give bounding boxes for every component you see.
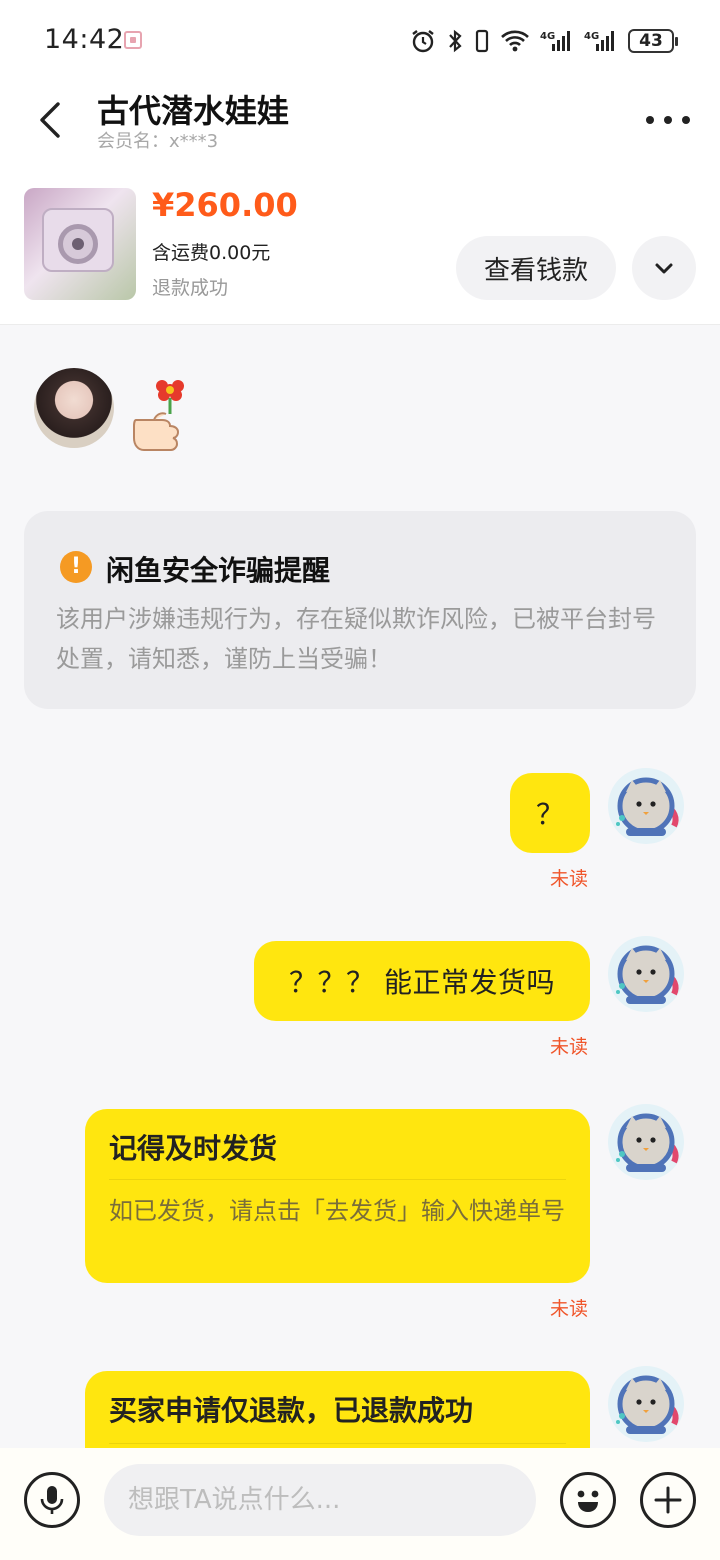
chat-title: 古代潜水娃娃 xyxy=(97,92,290,130)
view-payment-button[interactable]: 查看钱款 xyxy=(456,236,616,300)
status-icons: 4G 4G 43 xyxy=(410,26,678,56)
battery-indicator: 43 xyxy=(628,29,678,53)
back-button[interactable] xyxy=(30,98,74,142)
warning-body: 该用户涉嫌违规行为，存在疑似欺诈风险，已被平台封号处置，请知悉，谨防上当受骗！ xyxy=(56,605,656,673)
shipping-fee: 含运费0.00元 xyxy=(152,242,271,264)
more-dot-icon xyxy=(646,116,654,124)
card-title: 记得及时发货 xyxy=(109,1132,278,1165)
message-input[interactable] xyxy=(104,1464,536,1536)
cat-diver-avatar-icon xyxy=(608,1366,684,1442)
signal-icon-1: 4G xyxy=(540,29,574,53)
safety-warning-card: ! 闲鱼安全诈骗提醒 该用户涉嫌违规行为，存在疑似欺诈风险，已被平台封号处置，请… xyxy=(24,511,696,709)
more-actions-button[interactable] xyxy=(640,1472,696,1528)
card-body: 如已发货，请点击「去发货」输入快递单号 xyxy=(109,1197,565,1225)
read-status: 未读 xyxy=(550,1036,589,1058)
input-bar xyxy=(0,1448,720,1560)
my-avatar[interactable] xyxy=(606,1364,686,1444)
more-options-button[interactable] xyxy=(646,110,690,130)
vibrate-icon xyxy=(474,28,490,54)
reminder-card-message[interactable]: 记得及时发货 如已发货，请点击「去发货」输入快递单号 xyxy=(85,1109,590,1283)
cat-diver-avatar-icon xyxy=(608,936,684,1012)
voice-button[interactable] xyxy=(24,1472,80,1528)
message-bubble[interactable]: ？？？ 能正常发货吗 xyxy=(254,941,590,1021)
camera-lens-icon xyxy=(58,224,98,264)
order-status: 退款成功 xyxy=(152,277,229,299)
my-avatar[interactable] xyxy=(606,934,686,1014)
signal-icon-2: 4G xyxy=(584,29,618,53)
cat-diver-avatar-icon xyxy=(608,1104,684,1180)
status-bar: 14:42 4G 4G 43 xyxy=(0,0,720,80)
read-status: 未读 xyxy=(550,868,589,890)
card-divider xyxy=(109,1179,566,1180)
alarm-icon xyxy=(410,28,436,54)
product-thumbnail[interactable] xyxy=(24,188,136,300)
svg-text:4G: 4G xyxy=(584,31,599,42)
plus-icon xyxy=(654,1486,682,1514)
my-avatar[interactable] xyxy=(606,766,686,846)
card-divider xyxy=(109,1443,566,1444)
wifi-icon xyxy=(500,29,530,53)
message-bubble[interactable]: ？ xyxy=(510,773,590,853)
microphone-icon xyxy=(40,1486,64,1514)
notification-icon xyxy=(124,31,142,49)
expand-button[interactable] xyxy=(632,236,696,300)
warning-title: 闲鱼安全诈骗提醒 xyxy=(106,554,331,587)
flower-hand-emoji xyxy=(128,376,194,456)
product-price: ¥260.00 xyxy=(152,186,298,224)
card-title: 买家申请仅退款，已退款成功 xyxy=(109,1394,474,1427)
smiley-icon xyxy=(577,1490,599,1512)
member-name: 会员名：x***3 xyxy=(97,131,219,152)
warning-icon: ! xyxy=(60,551,92,583)
seller-avatar[interactable] xyxy=(34,368,114,448)
bluetooth-icon xyxy=(446,28,464,54)
emoji-button[interactable] xyxy=(560,1472,616,1528)
more-dot-icon xyxy=(664,116,672,124)
status-time: 14:42 xyxy=(44,24,125,55)
my-avatar[interactable] xyxy=(606,1102,686,1182)
svg-text:4G: 4G xyxy=(540,31,555,42)
chevron-down-icon xyxy=(655,263,673,274)
header-area: 14:42 4G 4G 43 古代潜水娃娃 会员名：x***3 ¥260.00 … xyxy=(0,0,720,325)
cat-diver-avatar-icon xyxy=(608,768,684,844)
read-status: 未读 xyxy=(550,1298,589,1320)
more-dot-icon xyxy=(682,116,690,124)
